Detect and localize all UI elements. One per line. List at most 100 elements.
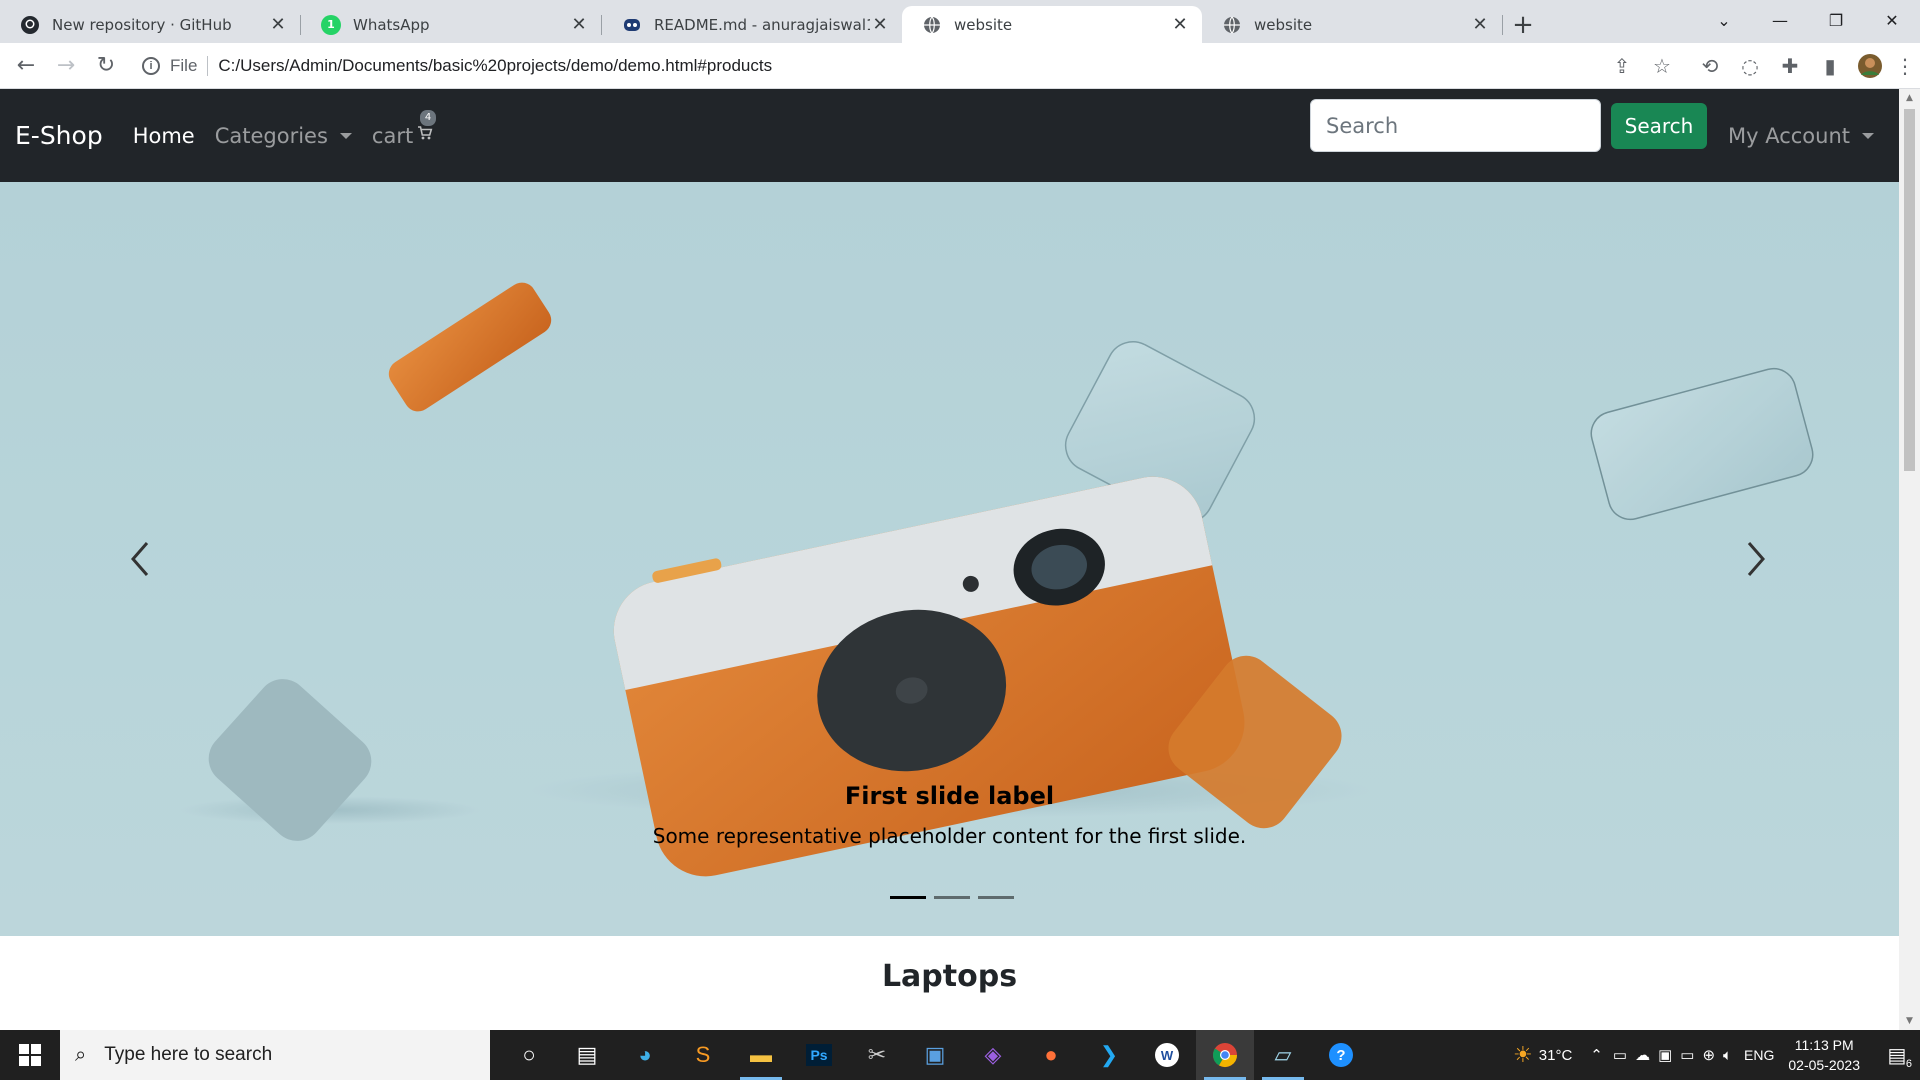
windows-taskbar: ⌕ Type here to search ○ ▤ ◕ S ▬ Ps ✂ ▣ ◈… <box>0 1030 1920 1080</box>
scheme-label: File <box>170 55 198 75</box>
info-icon[interactable]: i <box>142 56 160 75</box>
volume-icon[interactable]: 🔈︎ <box>1723 1047 1732 1064</box>
restore-button[interactable]: ❐ <box>1808 0 1864 40</box>
edge-icon[interactable]: ◕ <box>616 1030 674 1080</box>
close-tab-icon[interactable]: ✕ <box>1170 14 1190 35</box>
whatsapp-icon: 1 <box>321 14 341 35</box>
vscode-icon[interactable]: ❯ <box>1080 1030 1138 1080</box>
back-arrow-icon[interactable]: ← <box>6 46 46 86</box>
tab-readme[interactable]: README.md - anuragjaiswal12/C ✕ <box>602 6 902 43</box>
tab-search-chevron-icon[interactable]: ⌄ <box>1696 0 1752 40</box>
close-tab-icon[interactable]: ✕ <box>569 14 589 35</box>
nav-categories-label: Categories <box>214 123 328 148</box>
weather-temp[interactable]: 31°C <box>1539 1047 1573 1064</box>
url-text[interactable]: C:/Users/Admin/Documents/basic%20project… <box>218 56 772 76</box>
hero-carousel: First slide label Some representative pl… <box>0 182 1899 936</box>
close-tab-icon[interactable]: ✕ <box>268 14 288 35</box>
github-icon <box>20 15 40 35</box>
tab-title: README.md - anuragjaiswal12/C <box>654 15 870 34</box>
notification-count: 6 <box>1905 1057 1912 1070</box>
my-account-dropdown[interactable]: My Account <box>1728 89 1875 182</box>
cart-count-badge: 4 <box>419 109 437 126</box>
clock[interactable]: 11:13 PM 02-05-2023 <box>1788 1035 1860 1075</box>
page-scrollbar[interactable]: ▲ ▼ <box>1899 89 1920 1030</box>
snipping-tool-icon[interactable]: ✂ <box>848 1030 906 1080</box>
sublime-text-icon[interactable]: S <box>674 1030 732 1080</box>
notepad-icon[interactable]: ▱ <box>1254 1030 1312 1080</box>
tab-website[interactable]: website ✕ <box>1202 6 1502 43</box>
onedrive-icon[interactable]: ☁ <box>1635 1046 1650 1064</box>
chevron-down-icon <box>1862 132 1875 139</box>
chevron-up-icon[interactable]: ⌃ <box>1590 1046 1603 1064</box>
task-view-icon[interactable]: ▤ <box>558 1030 616 1080</box>
cortana-icon[interactable]: ○ <box>500 1030 558 1080</box>
chevron-left-icon <box>131 542 149 576</box>
tab-website-active[interactable]: website ✕ <box>902 6 1202 43</box>
windows-start-button[interactable] <box>0 1030 60 1080</box>
page-viewport: E-Shop Home Categories cart 4 Search My … <box>0 89 1899 1030</box>
visual-studio-icon[interactable]: ◈ <box>964 1030 1022 1080</box>
close-window-button[interactable]: ✕ <box>1864 0 1920 40</box>
chrome-icon[interactable] <box>1196 1030 1254 1080</box>
search-icon: ⌕ <box>75 1043 87 1066</box>
omnibox-divider <box>207 55 209 76</box>
caption-text: Some representative placeholder content … <box>652 824 1247 848</box>
search-button[interactable]: Search <box>1611 102 1707 149</box>
nav-home[interactable]: Home <box>133 124 195 148</box>
taskbar-search-placeholder: Type here to search <box>104 1044 273 1065</box>
kebab-menu-icon[interactable]: ⋮ <box>1890 46 1920 86</box>
brand-logo[interactable]: E-Shop <box>15 121 103 150</box>
app-w-icon[interactable]: W <box>1138 1030 1196 1080</box>
carousel-indicator-3[interactable] <box>978 896 1014 899</box>
github-copilot-icon <box>622 15 642 35</box>
carousel-indicators <box>886 896 1018 899</box>
search-input[interactable] <box>1310 99 1601 152</box>
photoshop-icon[interactable]: Ps <box>790 1030 848 1080</box>
nav-cart[interactable]: cart 4 <box>372 109 437 148</box>
site-navbar: E-Shop Home Categories cart 4 Search My … <box>0 89 1899 182</box>
extension-sync-icon[interactable]: ⟲ <box>1690 46 1730 86</box>
extension-circle-icon[interactable]: ◌ <box>1730 46 1770 86</box>
scroll-down-arrow-icon[interactable]: ▼ <box>1904 1016 1915 1028</box>
section-title-laptops: Laptops <box>881 959 1018 994</box>
display-icon[interactable]: ▣ <box>1658 1046 1672 1064</box>
chevron-down-icon <box>339 132 352 139</box>
language-indicator[interactable]: ENG <box>1744 1047 1774 1063</box>
share-icon[interactable]: ⇪ <box>1602 46 1642 86</box>
address-bar[interactable]: i File C:/Users/Admin/Documents/basic%20… <box>132 47 1652 84</box>
scroll-thumb[interactable] <box>1904 109 1915 471</box>
tab-title: New repository · GitHub <box>52 15 232 34</box>
window-controls: ⌄ — ❐ ✕ <box>1696 0 1920 40</box>
tab-title: website <box>1254 15 1313 34</box>
network-globe-icon[interactable]: ⊕ <box>1702 1046 1715 1064</box>
reload-icon[interactable]: ↻ <box>86 46 126 86</box>
forward-arrow-icon[interactable]: → <box>46 46 86 86</box>
tab-title: website <box>954 15 1013 34</box>
file-explorer-icon[interactable]: ▬ <box>732 1030 790 1080</box>
notification-center-icon[interactable]: ▤ 6 <box>1874 1043 1920 1070</box>
new-tab-button[interactable]: + <box>1503 6 1543 43</box>
puzzle-extensions-icon[interactable]: ✚ <box>1770 46 1810 86</box>
carousel-indicator-1[interactable] <box>890 896 926 899</box>
globe-icon <box>1222 15 1242 35</box>
notepad-window-icon[interactable]: ▣ <box>906 1030 964 1080</box>
close-tab-icon[interactable]: ✕ <box>1470 14 1490 35</box>
minimize-button[interactable]: — <box>1752 0 1808 40</box>
tab-title: WhatsApp <box>353 15 430 34</box>
taskbar-search-box[interactable]: ⌕ Type here to search <box>60 1030 490 1080</box>
profile-avatar[interactable] <box>1850 46 1890 86</box>
side-panel-icon[interactable]: ▮ <box>1810 46 1850 86</box>
meet-now-icon[interactable]: ▭ <box>1613 1046 1627 1064</box>
chevron-right-icon <box>1747 542 1765 576</box>
help-icon[interactable]: ? <box>1312 1030 1370 1080</box>
tab-github[interactable]: New repository · GitHub ✕ <box>0 6 300 43</box>
tab-whatsapp[interactable]: 1 WhatsApp ✕ <box>301 6 601 43</box>
battery-icon[interactable]: ▭ <box>1680 1046 1694 1064</box>
scroll-up-arrow-icon[interactable]: ▲ <box>1904 93 1915 105</box>
close-tab-icon[interactable]: ✕ <box>870 14 890 35</box>
weather-icon[interactable]: ☀ <box>1513 1042 1533 1068</box>
carousel-indicator-2[interactable] <box>934 896 970 899</box>
bookmark-star-icon[interactable]: ☆ <box>1642 46 1682 86</box>
firefox-icon[interactable]: ● <box>1022 1030 1080 1080</box>
nav-categories-dropdown[interactable]: Categories <box>215 124 352 148</box>
